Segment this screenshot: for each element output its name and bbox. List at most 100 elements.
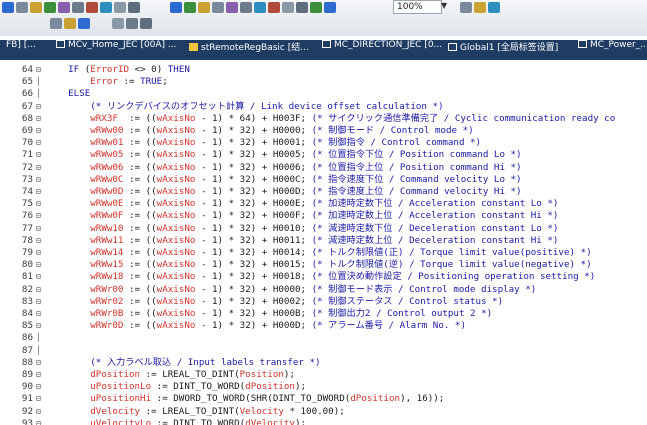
code-line[interactable]: 75 ⊟ wRWw0E := ((wAxisNo - 1) * 32) + H00… bbox=[0, 198, 647, 210]
search-icon[interactable] bbox=[296, 2, 308, 13]
monitor-icon[interactable] bbox=[58, 2, 70, 13]
fold-marker-icon[interactable]: ⊟ bbox=[36, 125, 41, 137]
fold-marker-icon[interactable]: ⊟ bbox=[36, 320, 41, 332]
code-line[interactable]: 81 ⊟ wRWw18 := ((wAxisNo - 1) * 32) + H00… bbox=[0, 271, 647, 283]
fold-marker-icon[interactable]: ⊟ bbox=[36, 406, 41, 418]
fold-marker-icon[interactable]: ⊟ bbox=[36, 393, 41, 405]
coil-icon[interactable] bbox=[198, 2, 210, 13]
info-icon[interactable] bbox=[488, 2, 500, 13]
fold-marker-icon[interactable]: ⊟ bbox=[36, 174, 41, 186]
redo-icon[interactable] bbox=[126, 18, 138, 29]
fold-marker-icon[interactable]: ⊟ bbox=[36, 296, 41, 308]
fold-marker-icon[interactable]: ⊟ bbox=[36, 113, 41, 125]
code-line[interactable]: 70 ⊟ wRWw01 := ((wAxisNo - 1) * 32) + H00… bbox=[0, 137, 647, 149]
tool-icon[interactable] bbox=[16, 2, 28, 13]
fold-marker-icon[interactable]: ⊟ bbox=[36, 381, 41, 393]
fold-marker-icon[interactable]: ⊟ bbox=[36, 369, 41, 381]
code-line[interactable]: 88 ⊟ (* 入力ラベル取込 / Input labels transfer *… bbox=[0, 357, 647, 369]
code-line[interactable]: 76 ⊟ wRWw0F := ((wAxisNo - 1) * 32) + H00… bbox=[0, 210, 647, 222]
code-line[interactable]: 72 ⊟ wRWw06 := ((wAxisNo - 1) * 32) + H00… bbox=[0, 162, 647, 174]
code-line[interactable]: 78 ⊟ wRWw11 := ((wAxisNo - 1) * 32) + H00… bbox=[0, 235, 647, 247]
fold-marker-icon[interactable]: ⊟ bbox=[36, 247, 41, 259]
paste-icon[interactable] bbox=[78, 18, 90, 29]
transfer-icon[interactable] bbox=[72, 2, 84, 13]
fold-marker-icon[interactable]: ⊟ bbox=[36, 198, 41, 210]
fold-marker-icon[interactable]: ⊟ bbox=[36, 259, 41, 271]
contact-icon[interactable] bbox=[184, 2, 196, 13]
code-line[interactable]: 85 ⊟ wRWr0D := ((wAxisNo - 1) * 32) + H00… bbox=[0, 320, 647, 332]
fold-marker-icon[interactable]: ⊟ bbox=[36, 235, 41, 247]
fold-marker-icon[interactable]: ⊟ bbox=[36, 149, 41, 161]
function-icon[interactable] bbox=[212, 2, 224, 13]
tab-mc-direction-jec[interactable]: MC_DIRECTION_JEC [0... bbox=[322, 40, 442, 60]
copy-icon[interactable] bbox=[64, 18, 76, 29]
code-line[interactable]: 66 │ ELSE bbox=[0, 88, 647, 100]
tab-fb[interactable]: FB] [... bbox=[6, 40, 36, 60]
fold-marker-icon[interactable]: ⊟ bbox=[36, 357, 41, 369]
fold-marker-icon[interactable]: ⊟ bbox=[36, 137, 41, 149]
grid-icon[interactable] bbox=[114, 2, 126, 13]
zoom-in-icon[interactable] bbox=[310, 2, 322, 13]
stop-icon[interactable] bbox=[86, 2, 98, 13]
code-line[interactable]: 90 ⊟ uPositionLo := DINT_TO_WORD(dPositio… bbox=[0, 381, 647, 393]
code-line[interactable]: 86 │ bbox=[0, 332, 647, 344]
chevron-down-icon[interactable]: ▼ bbox=[441, 1, 447, 10]
tab-global1[interactable]: Global1 [全局标签设置] bbox=[448, 40, 558, 60]
code-line[interactable]: 93 ⊟ uVelocityLo := DINT_TO_WORD(dVelocit… bbox=[0, 418, 647, 425]
tab-mcv-home-jec[interactable]: MCv_Home_JEC [00A] ... bbox=[56, 40, 177, 60]
tab-label: MC_Power_... bbox=[590, 40, 647, 50]
online-icon[interactable] bbox=[240, 2, 252, 13]
code-line[interactable]: 67 ⊟ (* リンクデバイスのオフセット計算 / Link device off… bbox=[0, 101, 647, 113]
code-line[interactable]: 77 ⊟ wRWw10 := ((wAxisNo - 1) * 32) + H00… bbox=[0, 223, 647, 235]
list-icon[interactable] bbox=[140, 18, 152, 29]
fold-marker-icon[interactable]: ⊟ bbox=[36, 210, 41, 222]
fold-marker-icon[interactable]: ⊟ bbox=[36, 284, 41, 296]
read-icon[interactable] bbox=[268, 2, 280, 13]
code-editor[interactable]: 64 ⊟ IF (ErrorID <> 0) THEN 65 │ Error := T… bbox=[0, 60, 647, 425]
write-icon[interactable] bbox=[254, 2, 266, 13]
cut-icon[interactable] bbox=[50, 18, 62, 29]
code-line[interactable]: 65 │ Error := TRUE; bbox=[0, 76, 647, 88]
zoom-select[interactable]: 100% bbox=[393, 0, 442, 14]
fold-marker-icon[interactable]: ⊟ bbox=[36, 308, 41, 320]
build-icon[interactable] bbox=[44, 2, 56, 13]
code-line[interactable]: 80 ⊟ wRWw15 := ((wAxisNo - 1) * 32) + H00… bbox=[0, 259, 647, 271]
verify-icon[interactable] bbox=[282, 2, 294, 13]
fold-marker-icon[interactable]: ⊟ bbox=[36, 186, 41, 198]
fold-marker-icon[interactable]: ⊟ bbox=[36, 418, 41, 425]
tab-mc-power[interactable]: MC_Power_... bbox=[578, 40, 647, 60]
code-line[interactable]: 89 ⊟ dPosition := LREAL_TO_DINT(Position)… bbox=[0, 369, 647, 381]
window-icon[interactable] bbox=[460, 2, 472, 13]
code-line[interactable]: 73 ⊟ wRWw0C := ((wAxisNo - 1) * 32) + H00… bbox=[0, 174, 647, 186]
folder-icon[interactable] bbox=[30, 2, 42, 13]
fold-marker-icon[interactable]: ⊟ bbox=[36, 271, 41, 283]
code-line[interactable]: 68 ⊟ wRX3F := ((wAxisNo - 1) * 64) + H003… bbox=[0, 113, 647, 125]
settings-icon[interactable] bbox=[128, 2, 140, 13]
line-number: 69 bbox=[21, 125, 33, 136]
ladder-icon[interactable] bbox=[170, 2, 182, 13]
tab-stremoteregbasic[interactable]: stRemoteRegBasic [结... bbox=[189, 40, 309, 60]
fold-marker-icon[interactable]: ⊟ bbox=[36, 223, 41, 235]
code-line[interactable]: 64 ⊟ IF (ErrorID <> 0) THEN bbox=[0, 64, 647, 76]
fold-marker-icon[interactable]: ⊟ bbox=[36, 162, 41, 174]
undo-icon[interactable] bbox=[112, 18, 124, 29]
help-icon[interactable] bbox=[474, 2, 486, 13]
compile-icon[interactable] bbox=[226, 2, 238, 13]
code-line[interactable]: 83 ⊟ wRWr02 := ((wAxisNo - 1) * 32) + H00… bbox=[0, 296, 647, 308]
code-line[interactable]: 69 ⊟ wRWw00 := ((wAxisNo - 1) * 32) + H00… bbox=[0, 125, 647, 137]
code-line[interactable]: 74 ⊟ wRWw0D := ((wAxisNo - 1) * 32) + H00… bbox=[0, 186, 647, 198]
toolbar-group-mid bbox=[170, 2, 336, 15]
zoom-out-icon[interactable] bbox=[324, 2, 336, 13]
app-icon[interactable] bbox=[2, 2, 14, 13]
run-icon[interactable] bbox=[100, 2, 112, 13]
code-line[interactable]: 82 ⊟ wRWr00 := ((wAxisNo - 1) * 32) + H00… bbox=[0, 284, 647, 296]
code-line[interactable]: 71 ⊟ wRWw05 := ((wAxisNo - 1) * 32) + H00… bbox=[0, 149, 647, 161]
fold-marker-icon[interactable]: ⊟ bbox=[36, 64, 41, 76]
code-line[interactable]: 87 │ bbox=[0, 345, 647, 357]
code-line[interactable]: 84 ⊟ wRWr0B := ((wAxisNo - 1) * 32) + H00… bbox=[0, 308, 647, 320]
code-line[interactable]: 91 ⊟ uPositionHi := DWORD_TO_WORD(SHR(DIN… bbox=[0, 393, 647, 405]
line-number: 66 bbox=[21, 88, 33, 100]
code-line[interactable]: 79 ⊟ wRWw14 := ((wAxisNo - 1) * 32) + H00… bbox=[0, 247, 647, 259]
fold-marker-icon[interactable]: ⊟ bbox=[36, 101, 41, 113]
code-line[interactable]: 92 ⊟ dVelocity := LREAL_TO_DINT(Velocity … bbox=[0, 406, 647, 418]
